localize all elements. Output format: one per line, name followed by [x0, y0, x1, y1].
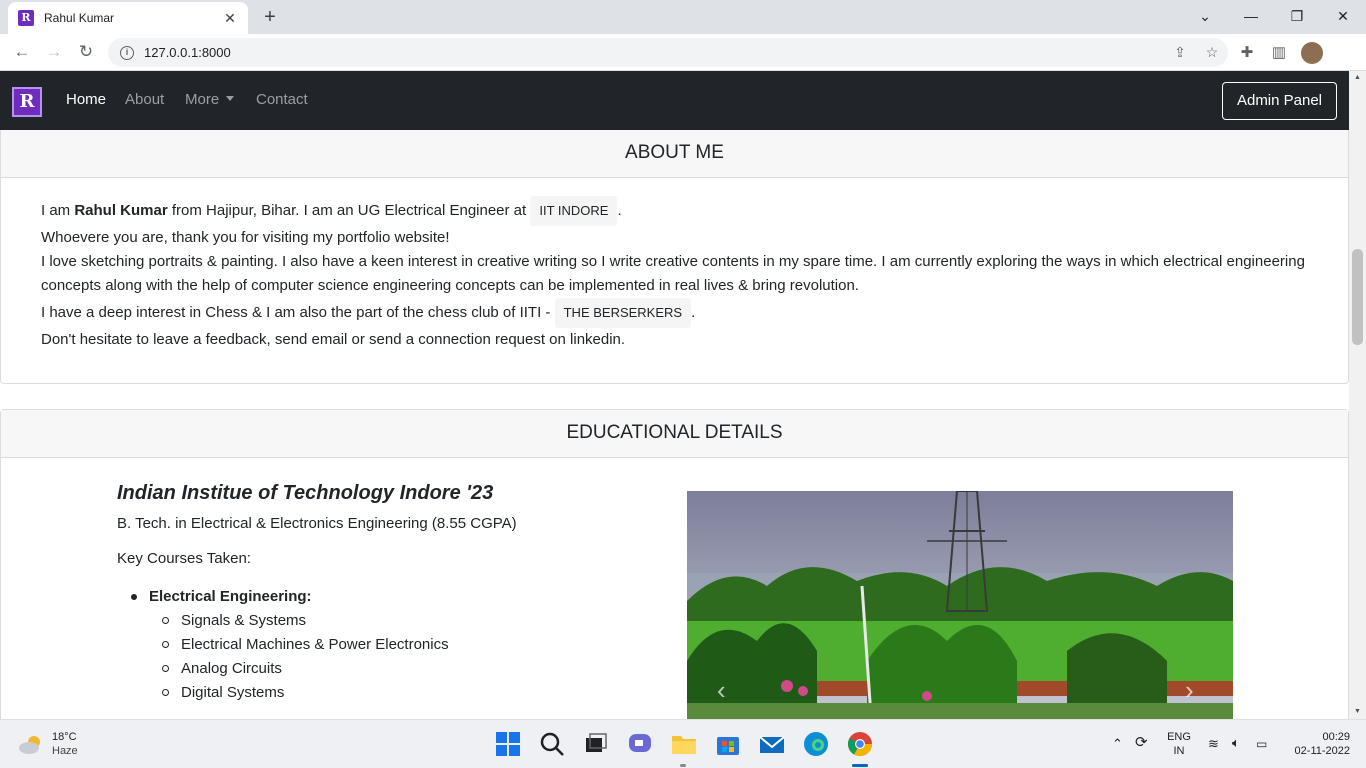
site-info-icon[interactable]: i: [120, 45, 134, 60]
edge-icon[interactable]: [802, 730, 830, 758]
search-icon[interactable]: [538, 730, 566, 758]
campus-photo: [687, 491, 1233, 719]
minimize-button[interactable]: —: [1228, 4, 1274, 28]
tray-overflow-icon[interactable]: ⌃: [1112, 737, 1123, 751]
site-navbar: R Home About More Contact Admin Panel: [0, 71, 1349, 130]
weather-widget[interactable]: 18°C Haze: [18, 730, 78, 758]
sidepanel-icon[interactable]: ▥: [1269, 43, 1289, 63]
carousel-next-icon[interactable]: ›: [1185, 677, 1194, 703]
course-item: Analog Circuits: [117, 657, 667, 681]
browser-toolbar: ← → ↻ i 127.0.0.1:8000 ⇪ ☆ ✚ ▥: [0, 34, 1366, 71]
maximize-button[interactable]: ❐: [1274, 4, 1320, 28]
favicon-icon: R: [18, 10, 34, 26]
page-viewport: R Home About More Contact Admin Panel AB…: [0, 71, 1366, 719]
about-text: I have a deep interest in Chess & I am a…: [41, 304, 555, 322]
course-list: Electrical Engineering: Signals & System…: [117, 585, 667, 705]
course-item: Digital Systems: [117, 681, 667, 705]
nav-more-label: More: [185, 91, 220, 108]
windows-taskbar: 18°C Haze ⌃ ⟳ ENG IN ≋ 🔈︎ ▭ 00:29 02-11-…: [0, 719, 1366, 768]
nav-about[interactable]: About: [125, 91, 164, 108]
share-icon[interactable]: ⇪: [1164, 44, 1196, 61]
about-line-1: I am Rahul Kumar from Hajipur, Bihar. I …: [41, 196, 1308, 227]
nav-contact[interactable]: Contact: [256, 91, 308, 108]
profile-avatar[interactable]: [1301, 42, 1323, 64]
chrome-icon[interactable]: [846, 730, 874, 758]
about-text: .: [691, 304, 696, 322]
scrollbar-thumb[interactable]: [1352, 249, 1363, 345]
nav-home[interactable]: Home: [66, 91, 106, 108]
chess-club-badge: THE BERSERKERS: [554, 298, 692, 329]
active-app-indicator: [852, 764, 868, 767]
browser-tab[interactable]: R Rahul Kumar ✕: [8, 2, 248, 34]
education-card: EDUCATIONAL DETAILS Indian Institue of T…: [0, 409, 1349, 719]
key-courses-label: Key Courses Taken:: [117, 550, 251, 567]
task-view-icon[interactable]: [582, 730, 610, 758]
scroll-down-icon[interactable]: ▼: [1349, 705, 1366, 719]
forward-icon[interactable]: →: [42, 41, 66, 65]
about-line-4: I have a deep interest in Chess & I am a…: [41, 298, 1308, 329]
browser-tab-strip: R Rahul Kumar ✕ + ⌄ — ❐ ✕: [0, 0, 1366, 34]
volume-icon[interactable]: 🔈︎: [1232, 736, 1240, 750]
address-bar[interactable]: i 127.0.0.1:8000 ⇪ ☆: [108, 38, 1228, 67]
running-app-indicator: [680, 764, 686, 767]
nav-more-dropdown[interactable]: More: [185, 91, 235, 108]
institute-badge: IIT INDORE: [530, 196, 618, 227]
mail-icon[interactable]: [758, 730, 786, 758]
new-tab-button[interactable]: +: [258, 6, 282, 30]
caret-down-icon: [226, 96, 235, 101]
education-header: EDUCATIONAL DETAILS: [1, 410, 1348, 458]
author-name: Rahul Kumar: [74, 202, 168, 219]
about-card: ABOUT ME I am Rahul Kumar from Hajipur, …: [0, 130, 1349, 384]
about-line-2: Whoevere you are, thank you for visiting…: [41, 229, 450, 247]
chat-icon[interactable]: [626, 730, 654, 758]
about-text: I am: [41, 202, 75, 219]
campus-image-carousel[interactable]: ‹ ›: [687, 491, 1233, 719]
tab-title: Rahul Kumar: [44, 11, 115, 25]
tab-search-icon[interactable]: ⌄: [1182, 4, 1228, 28]
region-code: IN: [1173, 745, 1185, 757]
course-item: Electrical Machines & Power Electronics: [117, 633, 667, 657]
back-icon[interactable]: ←: [10, 41, 34, 65]
tab-close-icon[interactable]: ✕: [222, 10, 238, 27]
about-line-5: Don't hesitate to leave a feedback, send…: [41, 331, 626, 349]
course-item: Signals & Systems: [117, 609, 667, 633]
reload-icon[interactable]: ↻: [74, 41, 98, 65]
institute-title: Indian Institue of Technology Indore '23: [117, 482, 494, 504]
admin-panel-button[interactable]: Admin Panel: [1222, 82, 1337, 120]
battery-icon[interactable]: ▭: [1256, 737, 1267, 751]
language-code: ENG: [1167, 731, 1191, 743]
about-text: from Hajipur, Bihar. I am an UG Electric…: [167, 202, 531, 219]
degree-text: B. Tech. in Electrical & Electronics Eng…: [117, 515, 517, 532]
clock-time: 00:29: [1322, 731, 1350, 743]
weather-condition: Haze: [52, 745, 78, 757]
store-icon[interactable]: [714, 730, 742, 758]
extensions-icon[interactable]: ✚: [1237, 43, 1257, 63]
close-window-button[interactable]: ✕: [1320, 4, 1366, 28]
carousel-prev-icon[interactable]: ‹: [717, 677, 726, 703]
about-text: .: [617, 202, 622, 219]
clock[interactable]: 00:29 02-11-2022: [1284, 730, 1350, 758]
about-line-3: I love sketching portraits & painting. I…: [41, 253, 1305, 295]
education-details: Indian Institue of Technology Indore '23…: [117, 482, 667, 705]
weather-temperature: 18°C: [52, 731, 77, 743]
weather-haze-icon: [19, 736, 40, 754]
start-icon[interactable]: [494, 730, 522, 758]
clock-date: 02-11-2022: [1294, 745, 1350, 757]
page-scrollbar[interactable]: ▲ ▼: [1349, 71, 1366, 719]
star-icon[interactable]: ☆: [1196, 44, 1228, 61]
url-text[interactable]: 127.0.0.1:8000: [144, 45, 1164, 60]
about-header: ABOUT ME: [1, 130, 1348, 178]
brand-logo[interactable]: R: [12, 87, 42, 117]
scroll-up-icon[interactable]: ▲: [1349, 71, 1366, 85]
wifi-icon[interactable]: ≋: [1208, 737, 1219, 751]
course-category: Electrical Engineering:: [117, 585, 667, 609]
language-indicator[interactable]: ENG IN: [1164, 730, 1194, 758]
sync-icon[interactable]: ⟳: [1135, 735, 1148, 750]
file-explorer-icon[interactable]: [670, 730, 698, 758]
about-body: I am Rahul Kumar from Hajipur, Bihar. I …: [1, 178, 1348, 370]
